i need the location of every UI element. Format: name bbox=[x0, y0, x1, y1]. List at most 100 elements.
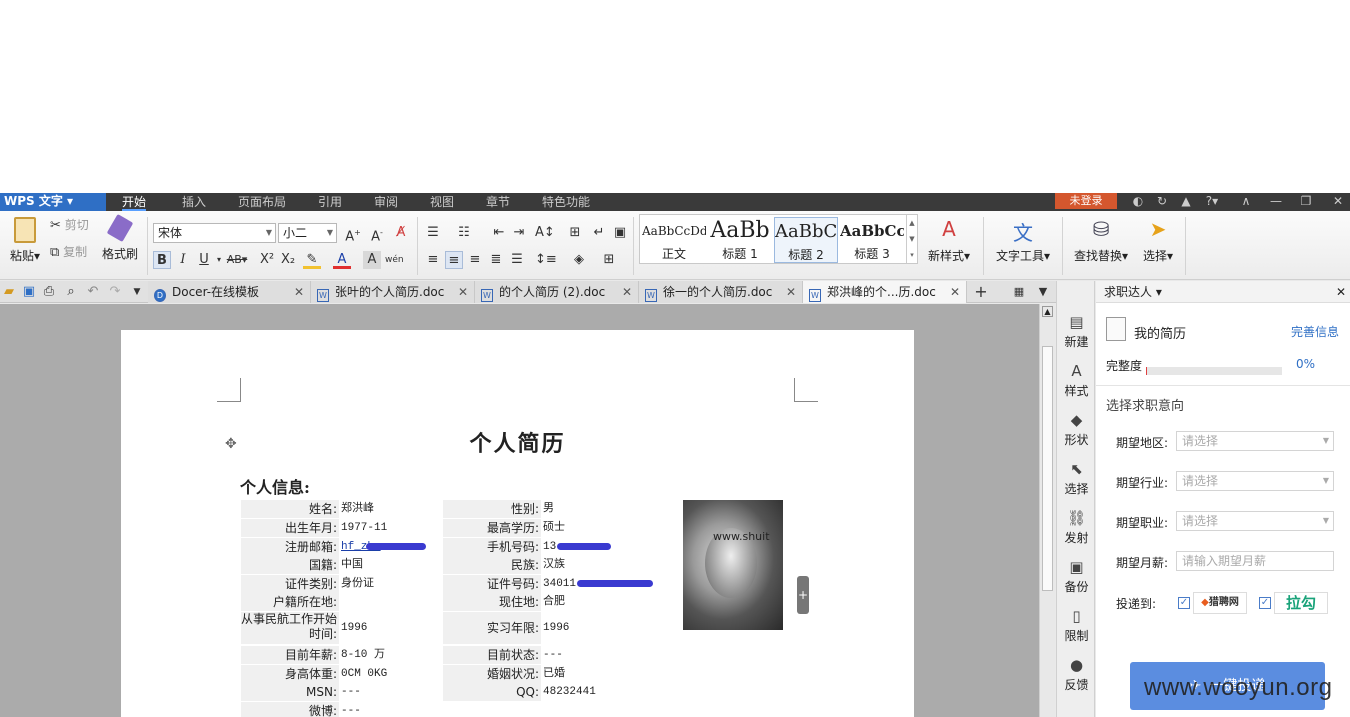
decrease-indent-icon[interactable]: ⇤ bbox=[490, 224, 508, 242]
tab-docer[interactable]: D Docer-在线模板 ✕ bbox=[148, 281, 311, 303]
scrollbar-thumb[interactable] bbox=[1042, 346, 1053, 591]
restore-icon[interactable]: ❐ bbox=[1296, 193, 1316, 211]
wps-logo-menu[interactable]: WPS 文字 ▾ bbox=[0, 193, 106, 211]
tab-page-layout[interactable]: 页面布局 bbox=[238, 193, 286, 211]
help-icon[interactable]: ?▾ bbox=[1202, 193, 1222, 211]
style-normal[interactable]: AaBbCcDd 正文 bbox=[642, 217, 706, 263]
format-painter-button[interactable]: 格式刷 bbox=[100, 213, 140, 262]
bold-icon[interactable]: B bbox=[153, 251, 171, 269]
tab-special[interactable]: 特色功能 bbox=[542, 193, 590, 211]
copy-button[interactable]: ⧉ 复制 bbox=[50, 243, 87, 260]
paste-button[interactable]: 粘贴▾ bbox=[8, 217, 42, 264]
table-icon[interactable]: ⊞ bbox=[566, 224, 584, 242]
industry-select[interactable]: 请选择 ▼ bbox=[1176, 471, 1334, 491]
document-page[interactable]: ✥ 个人简历 个人信息: 姓名: 郑洪峰 出生年月: 1977-11 注册邮箱:… bbox=[121, 330, 914, 717]
subscript-icon[interactable]: X₂ bbox=[279, 251, 297, 269]
side-restrict-button[interactable]: ▯ 限制 bbox=[1057, 607, 1096, 644]
tab-chapter[interactable]: 章节 bbox=[486, 193, 510, 211]
gallery-scroll-icon[interactable]: ▲ ▼ ▾ bbox=[906, 215, 917, 263]
tab-doc-2[interactable]: W 的个人简历 (2).doc ✕ bbox=[475, 281, 639, 303]
page-icon[interactable]: ▣ bbox=[611, 224, 629, 242]
minimize-icon[interactable]: — bbox=[1266, 193, 1286, 211]
tab-home[interactable]: 开始 bbox=[122, 193, 147, 211]
style-heading-3[interactable]: AaBbCcI 标题 3 bbox=[840, 217, 904, 263]
italic-icon[interactable]: I bbox=[174, 251, 192, 269]
border-icon[interactable]: ⊞ bbox=[600, 251, 618, 269]
collapse-icon[interactable]: ∧ bbox=[1236, 193, 1256, 211]
style-heading-2[interactable]: AaBbC 标题 2 bbox=[774, 217, 838, 263]
scroll-up-icon[interactable]: ▲ bbox=[1042, 306, 1053, 317]
side-style-button[interactable]: A 样式 bbox=[1057, 362, 1096, 399]
show-marks-icon[interactable]: ↵ bbox=[590, 224, 608, 242]
select-button[interactable]: ➤ 选择▾ bbox=[1138, 217, 1178, 264]
customize-toolbar-icon[interactable]: ▼ bbox=[128, 283, 146, 301]
close-icon[interactable]: ✕ bbox=[294, 281, 304, 303]
line-spacing-icon[interactable]: ↕≡ bbox=[535, 251, 557, 269]
tab-view[interactable]: 视图 bbox=[430, 193, 454, 211]
lagou-checkbox[interactable]: ✓ bbox=[1259, 597, 1271, 609]
undo-icon[interactable]: ↶ bbox=[84, 283, 102, 301]
superscript-icon[interactable]: X² bbox=[258, 251, 276, 269]
side-new-button[interactable]: ▤ 新建 bbox=[1057, 313, 1096, 350]
highlight-icon[interactable]: ✎ bbox=[303, 251, 321, 269]
side-select-button[interactable]: ⬉ 选择 bbox=[1057, 460, 1096, 497]
refresh-icon[interactable]: ↻ bbox=[1152, 193, 1172, 211]
grow-font-icon[interactable]: A+ bbox=[344, 224, 362, 244]
close-icon[interactable]: ✕ bbox=[622, 281, 632, 303]
tab-review[interactable]: 审阅 bbox=[374, 193, 398, 211]
occupation-select[interactable]: 请选择 ▼ bbox=[1176, 511, 1334, 531]
increase-indent-icon[interactable]: ⇥ bbox=[510, 224, 528, 242]
font-color-icon[interactable]: A bbox=[333, 251, 351, 269]
tab-insert[interactable]: 插入 bbox=[182, 193, 206, 211]
panel-header[interactable]: 求职达人 ▾ ✕ bbox=[1096, 281, 1350, 303]
font-name-select[interactable]: 宋体 ▼ bbox=[153, 223, 276, 243]
side-backup-button[interactable]: ▣ 备份 bbox=[1057, 558, 1096, 595]
new-style-button[interactable]: A 新样式▾ bbox=[924, 217, 974, 264]
tab-list-icon[interactable]: ▦ bbox=[1010, 283, 1028, 301]
close-icon[interactable]: ✕ bbox=[458, 281, 468, 303]
side-feedback-button[interactable]: ● 反馈 bbox=[1057, 656, 1096, 693]
open-folder-icon[interactable]: ▰ bbox=[0, 283, 18, 301]
login-button[interactable]: 未登录 bbox=[1055, 193, 1117, 209]
tab-doc-1[interactable]: W 张叶的个人简历.doc ✕ bbox=[311, 281, 475, 303]
font-size-select[interactable]: 小二 ▼ bbox=[278, 223, 337, 243]
justify-icon[interactable]: ≣ bbox=[487, 251, 505, 269]
close-icon[interactable]: ✕ bbox=[1336, 281, 1346, 303]
char-shading-icon[interactable]: A bbox=[363, 251, 381, 269]
text-tools-button[interactable]: 文 文字工具▾ bbox=[992, 217, 1054, 264]
add-row-button[interactable]: + bbox=[797, 576, 809, 614]
salary-input[interactable]: 请输入期望月薪 bbox=[1176, 551, 1334, 571]
complete-info-link[interactable]: 完善信息 bbox=[1291, 323, 1339, 340]
close-icon[interactable]: ✕ bbox=[950, 281, 960, 303]
tab-doc-3[interactable]: W 徐一的个人简历.doc ✕ bbox=[639, 281, 803, 303]
align-right-icon[interactable]: ≡ bbox=[466, 251, 484, 269]
tab-references[interactable]: 引用 bbox=[318, 193, 342, 211]
region-select[interactable]: 请选择 ▼ bbox=[1176, 431, 1334, 451]
shirt-icon[interactable]: ▲ bbox=[1176, 193, 1196, 211]
phonetic-guide-icon[interactable]: wén bbox=[385, 251, 404, 269]
cut-button[interactable]: ✂ 剪切 bbox=[50, 216, 89, 233]
side-shape-button[interactable]: ◆ 形状 bbox=[1057, 411, 1096, 448]
strikethrough-icon[interactable]: AB▾ bbox=[224, 251, 250, 269]
save-icon[interactable]: ▣ bbox=[20, 283, 38, 301]
shading-icon[interactable]: ◈ bbox=[570, 251, 588, 269]
liepin-checkbox[interactable]: ✓ bbox=[1178, 597, 1190, 609]
close-icon[interactable]: ✕ bbox=[1328, 193, 1348, 211]
numbered-list-icon[interactable]: ☷ bbox=[455, 224, 473, 242]
side-send-button[interactable]: ⛓ 发射 bbox=[1057, 509, 1096, 546]
redo-icon[interactable]: ↷ bbox=[106, 283, 124, 301]
clear-format-icon[interactable]: A̸ bbox=[392, 224, 410, 242]
vertical-scrollbar[interactable]: ▲ bbox=[1039, 304, 1055, 717]
tab-doc-active[interactable]: W 郑洪峰的个...历.doc ✕ bbox=[803, 281, 967, 303]
shrink-font-icon[interactable]: A- bbox=[368, 224, 386, 244]
tab-menu-icon[interactable]: ▼ bbox=[1034, 283, 1052, 301]
text-direction-icon[interactable]: A↕ bbox=[535, 224, 555, 242]
align-center-icon[interactable]: ≡ bbox=[445, 251, 463, 269]
add-tab-icon[interactable]: + bbox=[972, 283, 990, 301]
close-icon[interactable]: ✕ bbox=[786, 281, 796, 303]
print-icon[interactable]: ⎙ bbox=[40, 283, 58, 301]
style-heading-1[interactable]: AaBb 标题 1 bbox=[708, 217, 772, 263]
align-left-icon[interactable]: ≡ bbox=[424, 251, 442, 269]
distribute-icon[interactable]: ☰ bbox=[508, 251, 526, 269]
find-replace-button[interactable]: ⛁ 查找替换▾ bbox=[1070, 217, 1132, 264]
